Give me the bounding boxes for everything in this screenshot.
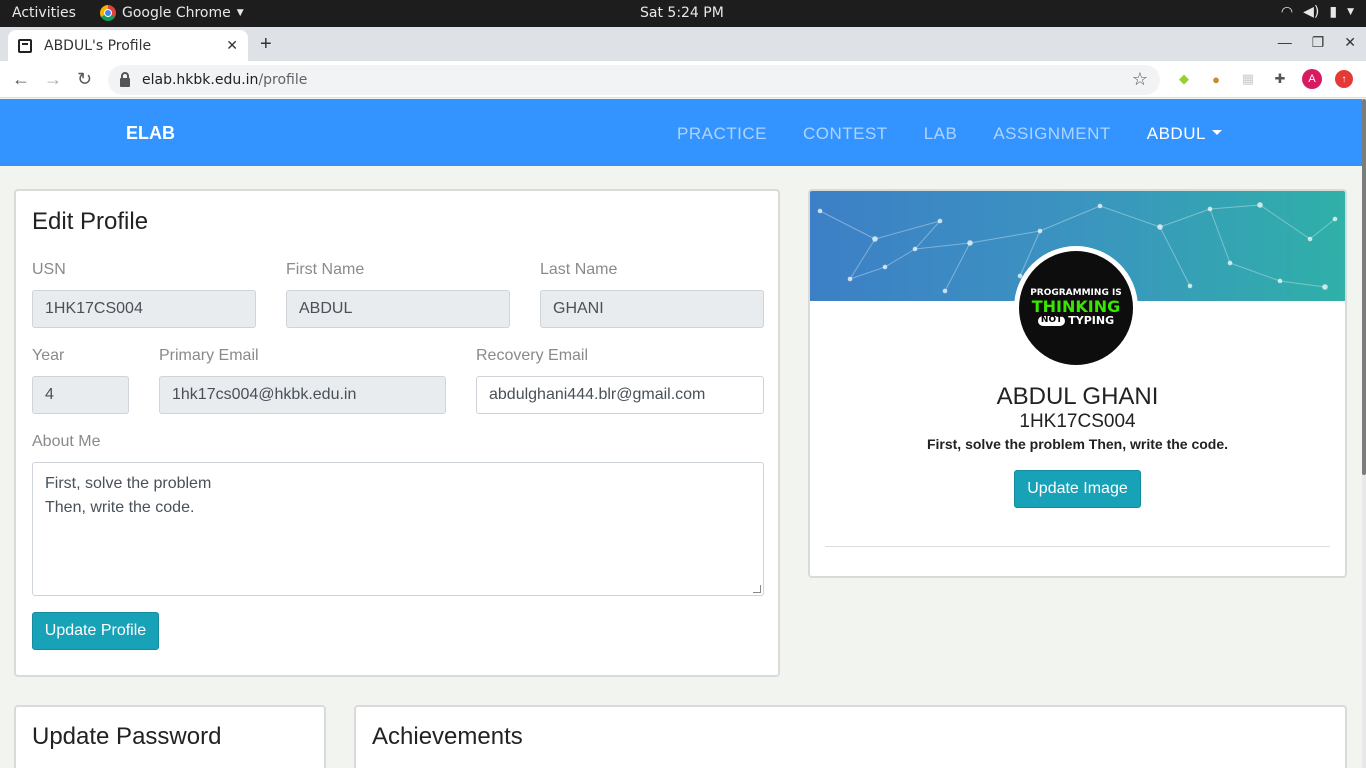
window-controls: — ❐ ✕: [1278, 34, 1356, 51]
system-top-bar: Activities Google Chrome ▼ Sat 5:24 PM ◠…: [0, 0, 1366, 27]
app-menu[interactable]: Google Chrome ▼: [100, 5, 244, 21]
usn-label: USN: [32, 261, 66, 278]
nav-assignment[interactable]: ASSIGNMENT: [993, 124, 1110, 144]
minimize-icon[interactable]: —: [1278, 34, 1292, 51]
activities-button[interactable]: Activities: [12, 5, 76, 21]
restore-icon[interactable]: ❐: [1312, 34, 1325, 51]
new-tab-button[interactable]: +: [260, 33, 272, 56]
lock-icon: [120, 71, 130, 87]
app-menu-label: Google Chrome: [122, 5, 231, 21]
first-name-label: First Name: [286, 261, 365, 278]
system-tray[interactable]: ◠ ◀) ▮ ▼: [1281, 4, 1354, 20]
close-window-icon[interactable]: ✕: [1344, 34, 1356, 51]
url-path: /profile: [258, 72, 308, 88]
profile-image-graphic: PROGRAMMING IS THINKING NOT TYPING: [1019, 251, 1133, 365]
tab-title: ABDUL's Profile: [44, 37, 152, 54]
page-scrollbar[interactable]: [1362, 99, 1366, 768]
nav-practice[interactable]: PRACTICE: [677, 124, 767, 144]
about-line-1: First, solve the problem: [45, 475, 212, 492]
about-line-2: Then, write the code.: [45, 499, 195, 516]
profile-image-text-3: NOT TYPING: [1037, 314, 1115, 328]
chrome-icon: [100, 5, 116, 21]
profile-usn: 1HK17CS004: [1019, 411, 1136, 432]
resize-handle-icon[interactable]: [753, 585, 761, 593]
wifi-icon: ◠: [1280, 4, 1294, 20]
year-label: Year: [32, 347, 65, 364]
forward-arrow-icon[interactable]: →: [44, 69, 62, 90]
profile-image-text-2: THINKING: [1031, 296, 1121, 316]
profile-summary-card: PROGRAMMING IS THINKING NOT TYPING ABDUL…: [808, 189, 1347, 578]
profile-image: PROGRAMMING IS THINKING NOT TYPING: [1014, 246, 1138, 370]
recovery-email-label: Recovery Email: [476, 347, 589, 364]
edit-profile-card: Edit Profile USN 1HK17CS004 First Name A…: [14, 189, 780, 677]
clock[interactable]: Sat 5:24 PM: [640, 5, 724, 21]
update-password-title: Update Password: [32, 723, 222, 750]
battery-icon: ▮: [1329, 4, 1338, 20]
about-me-textarea[interactable]: First, solve the problem Then, write the…: [32, 462, 764, 596]
user-menu-dropdown[interactable]: ABDUL: [1147, 124, 1222, 144]
last-name-label: Last Name: [540, 261, 618, 278]
volume-icon: ◀): [1303, 4, 1320, 20]
cookie-icon[interactable]: ●: [1207, 70, 1225, 88]
bookmark-star-icon[interactable]: ☆: [1132, 69, 1148, 90]
profile-about: First, solve the problem Then, write the…: [926, 436, 1229, 452]
last-name-field[interactable]: GHANI: [540, 290, 764, 328]
achievements-card: Achievements: [354, 705, 1347, 768]
scrollbar-thumb[interactable]: [1362, 99, 1366, 475]
divider: [825, 546, 1330, 547]
profile-image-text-typing: TYPING: [1068, 314, 1115, 328]
nav-lab[interactable]: LAB: [924, 124, 958, 144]
primary-email-field[interactable]: 1hk17cs004@hkbk.edu.in: [159, 376, 446, 414]
browser-toolbar: ← → ↻ elab.hkbk.edu.in/profile ☆ ◆ ● ▦ ✚…: [0, 61, 1366, 98]
browser-tab[interactable]: ABDUL's Profile ✕: [8, 30, 248, 61]
update-image-button[interactable]: Update Image: [1014, 470, 1141, 508]
first-name-field[interactable]: ABDUL: [286, 290, 510, 328]
profile-image-text-not: NOT: [1037, 315, 1066, 326]
tab-strip: ABDUL's Profile ✕ + — ❐ ✕: [0, 27, 1366, 61]
site-brand[interactable]: ELAB: [126, 123, 175, 144]
profile-avatar[interactable]: A: [1302, 69, 1322, 89]
year-field[interactable]: 4: [32, 376, 129, 414]
update-password-card: Update Password: [14, 705, 326, 768]
usn-field[interactable]: 1HK17CS004: [32, 290, 256, 328]
caret-down-icon: ▼: [1347, 7, 1354, 17]
profile-name: ABDUL GHANI: [996, 383, 1159, 410]
reload-icon[interactable]: ↻: [77, 69, 92, 90]
nav-links: PRACTICE CONTEST LAB ASSIGNMENT ABDUL: [677, 124, 1222, 144]
extension-grid-icon[interactable]: ▦: [1239, 70, 1257, 88]
recovery-email-field[interactable]: abdulghani444.blr@gmail.com: [476, 376, 764, 414]
update-profile-button[interactable]: Update Profile: [32, 612, 159, 650]
about-me-label: About Me: [32, 433, 101, 450]
primary-email-label: Primary Email: [159, 347, 259, 364]
elab-favicon-icon: [18, 38, 32, 53]
extension-leaf-icon[interactable]: ◆: [1175, 70, 1193, 88]
nav-contest[interactable]: CONTEST: [803, 124, 888, 144]
back-arrow-icon[interactable]: ←: [12, 69, 30, 90]
address-bar[interactable]: elab.hkbk.edu.in/profile ☆: [108, 65, 1160, 95]
extensions-puzzle-icon[interactable]: ✚: [1271, 70, 1289, 88]
url-host: elab.hkbk.edu.in: [142, 72, 259, 88]
update-icon[interactable]: ↑: [1335, 70, 1353, 88]
caret-down-icon: ▼: [236, 8, 244, 18]
achievements-title: Achievements: [372, 723, 523, 750]
close-icon[interactable]: ✕: [226, 38, 238, 54]
site-navbar: ELAB PRACTICE CONTEST LAB ASSIGNMENT ABD…: [0, 99, 1362, 166]
edit-profile-title: Edit Profile: [32, 208, 149, 235]
